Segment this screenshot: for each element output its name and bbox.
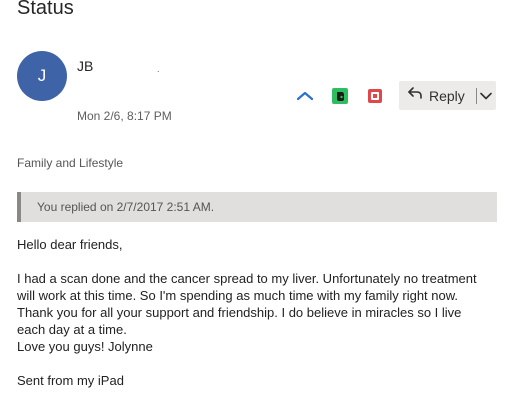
body-line: each day at a time. — [17, 322, 127, 337]
replied-notice: You replied on 2/7/2017 2:51 AM. — [37, 200, 215, 214]
category-label[interactable]: Family and Lifestyle — [17, 156, 123, 170]
body-line: Thank you for all your support and frien… — [17, 305, 462, 320]
email-subject: Status — [17, 0, 74, 19]
reply-dropdown[interactable] — [477, 81, 496, 110]
replied-notice-bar: You replied on 2/7/2017 2:51 AM. — [17, 192, 497, 222]
reply-button[interactable]: Reply — [399, 81, 496, 110]
message-date: Mon 2/6, 8:17 PM — [77, 109, 172, 123]
body-greeting: Hello dear friends, — [17, 237, 123, 252]
red-app-icon[interactable] — [367, 88, 383, 104]
caret-up-icon[interactable] — [297, 88, 313, 104]
chevron-down-icon — [480, 87, 493, 105]
sender-name[interactable]: JB — [77, 58, 93, 74]
avatar-initial: J — [37, 66, 47, 85]
reply-arrow-icon — [407, 86, 423, 105]
message-actions: Reply — [293, 81, 503, 112]
reply-main[interactable]: Reply — [399, 81, 465, 110]
body-line: will work at this time. So I'm spending … — [17, 288, 459, 303]
evernote-icon[interactable] — [332, 88, 348, 104]
message-body: Hello dear friends, I had a scan done an… — [17, 236, 497, 389]
reply-label: Reply — [429, 87, 465, 104]
sender-avatar[interactable]: J — [17, 51, 67, 101]
body-line: I had a scan done and the cancer spread … — [17, 271, 477, 286]
body-line: Love you guys! Jolynne — [17, 339, 153, 354]
body-signature: Sent from my iPad — [17, 373, 124, 388]
sender-trailing: . — [157, 64, 160, 74]
